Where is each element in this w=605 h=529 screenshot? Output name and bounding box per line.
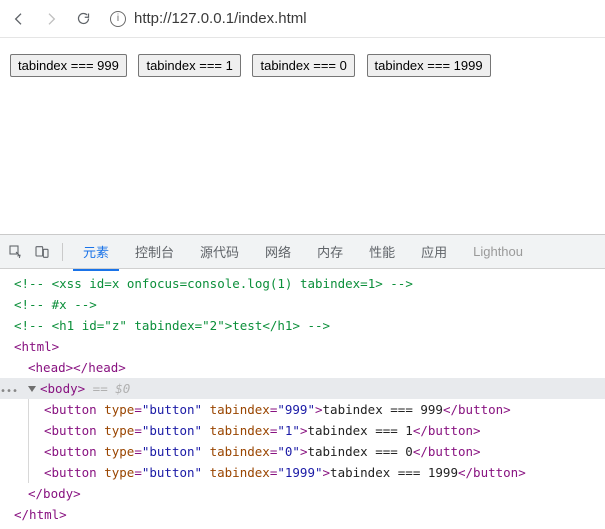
dom-comment[interactable]: <!-- <h1 id="z" tabindex="2">test</h1> -… <box>0 315 605 336</box>
tree-guide <box>28 420 29 441</box>
tabindex-1-button[interactable]: tabindex === 1 <box>138 54 240 77</box>
tag: <body> <box>40 381 85 396</box>
dom-comment[interactable]: <!-- <xss id=x onfocus=console.log(1) ta… <box>0 273 605 294</box>
tab-memory[interactable]: 内存 <box>307 234 353 269</box>
node-text: tabindex === 0 <box>307 444 412 459</box>
forward-button[interactable] <box>40 8 62 30</box>
inspect-icon <box>8 244 24 260</box>
tab-application[interactable]: 应用 <box>411 234 457 269</box>
device-toggle-button[interactable] <box>32 242 52 262</box>
site-info-icon[interactable]: i <box>110 11 126 27</box>
val: "999" <box>277 402 315 417</box>
tabindex-0-button[interactable]: tabindex === 0 <box>252 54 354 77</box>
tree-guide <box>28 399 29 420</box>
dom-button-node[interactable]: <button type="button" tabindex="1">tabin… <box>0 420 605 441</box>
tag: <html> <box>14 339 59 354</box>
dom-button-node[interactable]: <button type="button" tabindex="0">tabin… <box>0 441 605 462</box>
dom-tree[interactable]: <!-- <xss id=x onfocus=console.log(1) ta… <box>0 269 605 529</box>
val: "button" <box>142 402 202 417</box>
node-text: tabindex === 1999 <box>330 465 458 480</box>
dom-head[interactable]: <head></head> <box>0 357 605 378</box>
reload-button[interactable] <box>72 8 94 30</box>
val: "1999" <box>277 465 322 480</box>
attr: tabindex <box>210 423 270 438</box>
val: "1" <box>277 423 300 438</box>
attr: type <box>104 402 134 417</box>
attr: tabindex <box>210 402 270 417</box>
attr: tabindex <box>210 444 270 459</box>
dom-html-close[interactable]: </html> <box>0 504 605 525</box>
node-text: tabindex === 999 <box>323 402 443 417</box>
tab-lighthouse[interactable]: Lighthou <box>463 236 533 267</box>
tab-console[interactable]: 控制台 <box>125 234 184 269</box>
device-icon <box>34 244 50 260</box>
tag: </body> <box>28 486 81 501</box>
val: "button" <box>142 444 202 459</box>
arrow-left-icon <box>11 11 27 27</box>
val: "0" <box>277 444 300 459</box>
tab-performance[interactable]: 性能 <box>359 234 405 269</box>
inspect-button[interactable] <box>6 242 26 262</box>
attr: tabindex <box>210 465 270 480</box>
tab-elements[interactable]: 元素 <box>73 234 119 271</box>
attr: type <box>104 465 134 480</box>
dom-body-open[interactable]: ••• <body> == $0 <box>0 378 605 399</box>
tabindex-1999-button[interactable]: tabindex === 1999 <box>367 54 491 77</box>
url-text: http://127.0.0.1/index.html <box>134 10 307 27</box>
dom-body-close[interactable]: </body> <box>0 483 605 504</box>
devtools-tabbar: 元素 控制台 源代码 网络 内存 性能 应用 Lighthou <box>0 235 605 269</box>
tag: </head> <box>73 360 126 375</box>
val: "button" <box>142 465 202 480</box>
chevron-down-icon[interactable] <box>28 386 36 392</box>
tag: </html> <box>14 507 67 522</box>
tree-guide <box>28 441 29 462</box>
arrow-right-icon <box>43 11 59 27</box>
tab-network[interactable]: 网络 <box>255 234 301 269</box>
address-bar[interactable]: i http://127.0.0.1/index.html <box>104 10 597 27</box>
dom-button-node[interactable]: <button type="button" tabindex="999">tab… <box>0 399 605 420</box>
node-text: tabindex === 1 <box>307 423 412 438</box>
dom-button-node[interactable]: <button type="button" tabindex="1999">ta… <box>0 462 605 483</box>
reload-icon <box>76 11 91 26</box>
tab-sources[interactable]: 源代码 <box>190 234 249 269</box>
attr: type <box>104 444 134 459</box>
separator <box>62 243 63 261</box>
dom-html-open[interactable]: <html> <box>0 336 605 357</box>
page-content: tabindex === 999 tabindex === 1 tabindex… <box>0 38 605 234</box>
browser-toolbar: i http://127.0.0.1/index.html <box>0 0 605 38</box>
tag: <head> <box>28 360 73 375</box>
selected-hint: == $0 <box>85 381 130 396</box>
tree-guide <box>28 462 29 483</box>
val: "button" <box>142 423 202 438</box>
back-button[interactable] <box>8 8 30 30</box>
dom-comment[interactable]: <!-- #x --> <box>0 294 605 315</box>
tabindex-999-button[interactable]: tabindex === 999 <box>10 54 127 77</box>
attr: type <box>104 423 134 438</box>
devtools-panel: 元素 控制台 源代码 网络 内存 性能 应用 Lighthou <!-- <xs… <box>0 234 605 529</box>
